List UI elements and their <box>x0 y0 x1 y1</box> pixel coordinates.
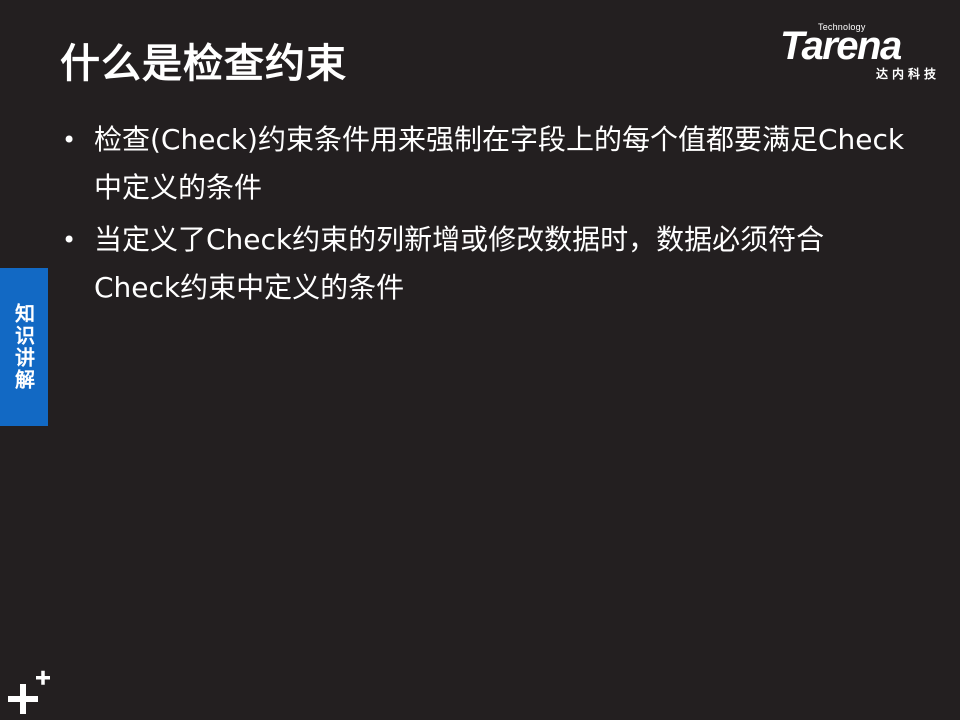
tarena-logo: Technology Tarena 达内科技 <box>780 22 948 84</box>
plus-decoration-icon <box>8 670 50 714</box>
bullet-list: • 检查(Check)约束条件用来强制在字段上的每个值都要满足Check中定义的… <box>56 116 906 316</box>
logo-wordmark: Tarena <box>780 24 902 68</box>
bullet-item: • 当定义了Check约束的列新增或修改数据时，数据必须符合Check约束中定义… <box>56 216 906 312</box>
section-tab: 知识讲解 <box>0 268 48 426</box>
bullet-dot-icon: • <box>62 126 77 154</box>
bullet-text: 当定义了Check约束的列新增或修改数据时，数据必须符合Check约束中定义的条… <box>94 223 825 304</box>
bullet-dot-icon: • <box>62 226 77 254</box>
logo-chinese-name: 达内科技 <box>875 67 940 81</box>
slide-title: 什么是检查约束 <box>60 41 347 87</box>
bullet-text: 检查(Check)约束条件用来强制在字段上的每个值都要满足Check中定义的条件 <box>94 123 905 204</box>
section-tab-label: 知识讲解 <box>11 303 36 391</box>
bullet-item: • 检查(Check)约束条件用来强制在字段上的每个值都要满足Check中定义的… <box>56 116 906 212</box>
